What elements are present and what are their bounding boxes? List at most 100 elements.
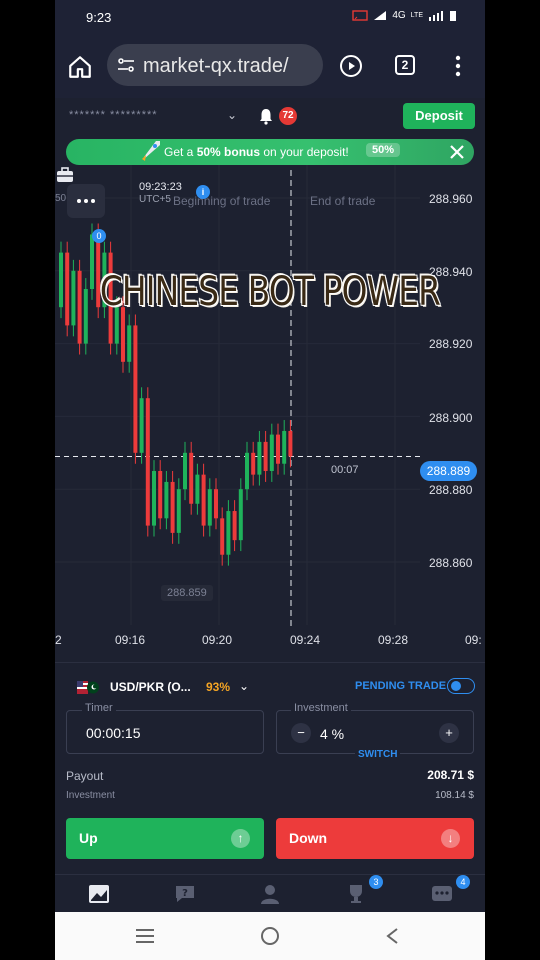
time-axis-label: 09:20 (202, 633, 233, 647)
candle-body (195, 474, 200, 504)
help-icon[interactable]: ? (173, 882, 197, 906)
trade-timezone: UTC+5 (139, 194, 171, 205)
pending-trade-toggle[interactable] (447, 678, 475, 694)
asset-payout-percent: 93% (206, 680, 231, 694)
timer-value[interactable]: 00:00:15 (86, 725, 141, 741)
url-text[interactable]: market-qx.trade/ (143, 55, 289, 78)
candle-body (251, 452, 256, 475)
candle-body (226, 511, 231, 555)
payout-label: Payout (66, 769, 104, 783)
trophy-icon[interactable] (344, 882, 368, 906)
candle-body (232, 511, 237, 541)
pending-trade-label: PENDING TRADE (355, 680, 447, 692)
countdown-label: 00:07 (327, 463, 363, 477)
timer-caption: Timer (82, 702, 116, 714)
svg-text:?: ? (182, 888, 188, 899)
deposit-button[interactable]: Deposit (403, 103, 475, 129)
candle-body (220, 518, 225, 555)
candle-body (269, 434, 274, 471)
info-icon[interactable]: i (196, 185, 210, 199)
status-bar: 9:23 4G LTE (55, 0, 485, 34)
trade-time: 09:23:23 (139, 181, 182, 193)
candle-body (145, 398, 150, 526)
notification-badge: 72 (279, 107, 297, 125)
price-chart[interactable]: 50 0 09:23:23 UTC+5 Beginning of trade E… (55, 165, 485, 660)
cast-icon (352, 10, 369, 21)
play-icon[interactable] (339, 54, 363, 78)
investment-minus-button[interactable]: − (291, 723, 311, 743)
price-axis-label: 288.900 (429, 411, 473, 425)
min-price-label: 288.859 (161, 585, 213, 601)
bell-icon[interactable] (257, 107, 275, 125)
network-sub: LTE (410, 12, 423, 19)
candle-body (282, 430, 287, 464)
time-axis-label: 2 (55, 633, 62, 647)
bonus-banner[interactable]: Get a 50% bonus on your deposit! 50% (66, 139, 474, 165)
payout-value: 208.71 $ (427, 768, 474, 782)
briefcase-icon[interactable] (55, 165, 75, 185)
candle-body (127, 325, 132, 362)
price-axis-label: 288.960 (429, 192, 473, 206)
user-icon[interactable] (258, 882, 282, 906)
price-axis-label: 288.880 (429, 483, 473, 497)
time-axis-label: 09: (465, 633, 482, 647)
chart-left-edge-label: 50 (55, 193, 67, 204)
signal-strength-icon (429, 11, 443, 21)
investment-plus-button[interactable]: + (439, 723, 459, 743)
battery-icon (450, 11, 456, 21)
bonus-percent-badge: 50% (366, 143, 401, 157)
chart-canvas[interactable] (55, 165, 485, 660)
up-label: Up (79, 830, 98, 846)
candle-body (201, 474, 206, 526)
candle-body (214, 489, 218, 519)
price-axis-label: 288.920 (429, 337, 473, 351)
home-icon[interactable] (67, 54, 93, 80)
bottom-navigation: ? 3 4 (55, 874, 485, 912)
current-price-badge: 288.889 (420, 461, 477, 481)
app-header: ******* ********* ⌄ 72 Deposit (55, 98, 485, 134)
chat-icon[interactable] (430, 882, 454, 906)
candle-body (170, 481, 175, 533)
candle-body (83, 289, 88, 344)
chat-badge: 4 (456, 875, 470, 889)
beginning-of-trade-label: Beginning of trade (173, 194, 271, 208)
candle-body (133, 325, 138, 453)
time-axis-label: 09:28 (378, 633, 409, 647)
rocket-icon (142, 141, 160, 161)
chevron-down-icon[interactable]: ⌄ (239, 679, 249, 693)
bonus-text: Get a 50% bonus on your deposit! (164, 145, 349, 159)
address-bar[interactable]: market-qx.trade/ (107, 44, 323, 86)
candle-body (245, 452, 249, 490)
down-button[interactable]: Down ↓ (276, 818, 474, 859)
phone-screen: 9:23 4G LTE market-qx.trade/ 2 ******* *… (55, 0, 485, 960)
time-axis-label: 09:24 (290, 633, 321, 647)
home-circle-icon[interactable] (260, 926, 280, 946)
candle-body (238, 489, 243, 541)
candle-body (152, 471, 156, 526)
bonus-bold: 50% bonus (196, 145, 261, 159)
investment-label: Investment (66, 790, 115, 801)
more-vert-icon[interactable] (453, 54, 463, 78)
back-icon[interactable] (385, 927, 399, 945)
tune-icon[interactable] (117, 58, 135, 72)
tabs-button[interactable]: 2 (395, 55, 415, 75)
chevron-down-icon[interactable]: ⌄ (227, 108, 237, 122)
candle-body (276, 434, 280, 464)
chart-menu-button[interactable] (67, 184, 105, 218)
up-button[interactable]: Up ↑ (66, 818, 264, 859)
close-icon[interactable] (447, 142, 467, 162)
switch-button[interactable]: SWITCH (355, 749, 401, 760)
trophy-badge: 3 (369, 875, 383, 889)
browser-toolbar: market-qx.trade/ 2 (55, 34, 485, 98)
account-selector[interactable]: ******* ********* (69, 109, 158, 121)
investment-amount: 108.14 $ (435, 790, 474, 801)
investment-value[interactable]: 4 % (320, 726, 344, 742)
candle-body (65, 252, 70, 326)
recents-icon[interactable] (135, 928, 155, 944)
status-time: 9:23 (86, 10, 112, 25)
signal-bars-icon (374, 11, 387, 20)
chart-icon[interactable] (87, 882, 111, 906)
asset-selector[interactable]: USD/PKR (O... (110, 680, 191, 694)
network-type: 4G (392, 10, 406, 21)
candle-body (121, 307, 125, 362)
